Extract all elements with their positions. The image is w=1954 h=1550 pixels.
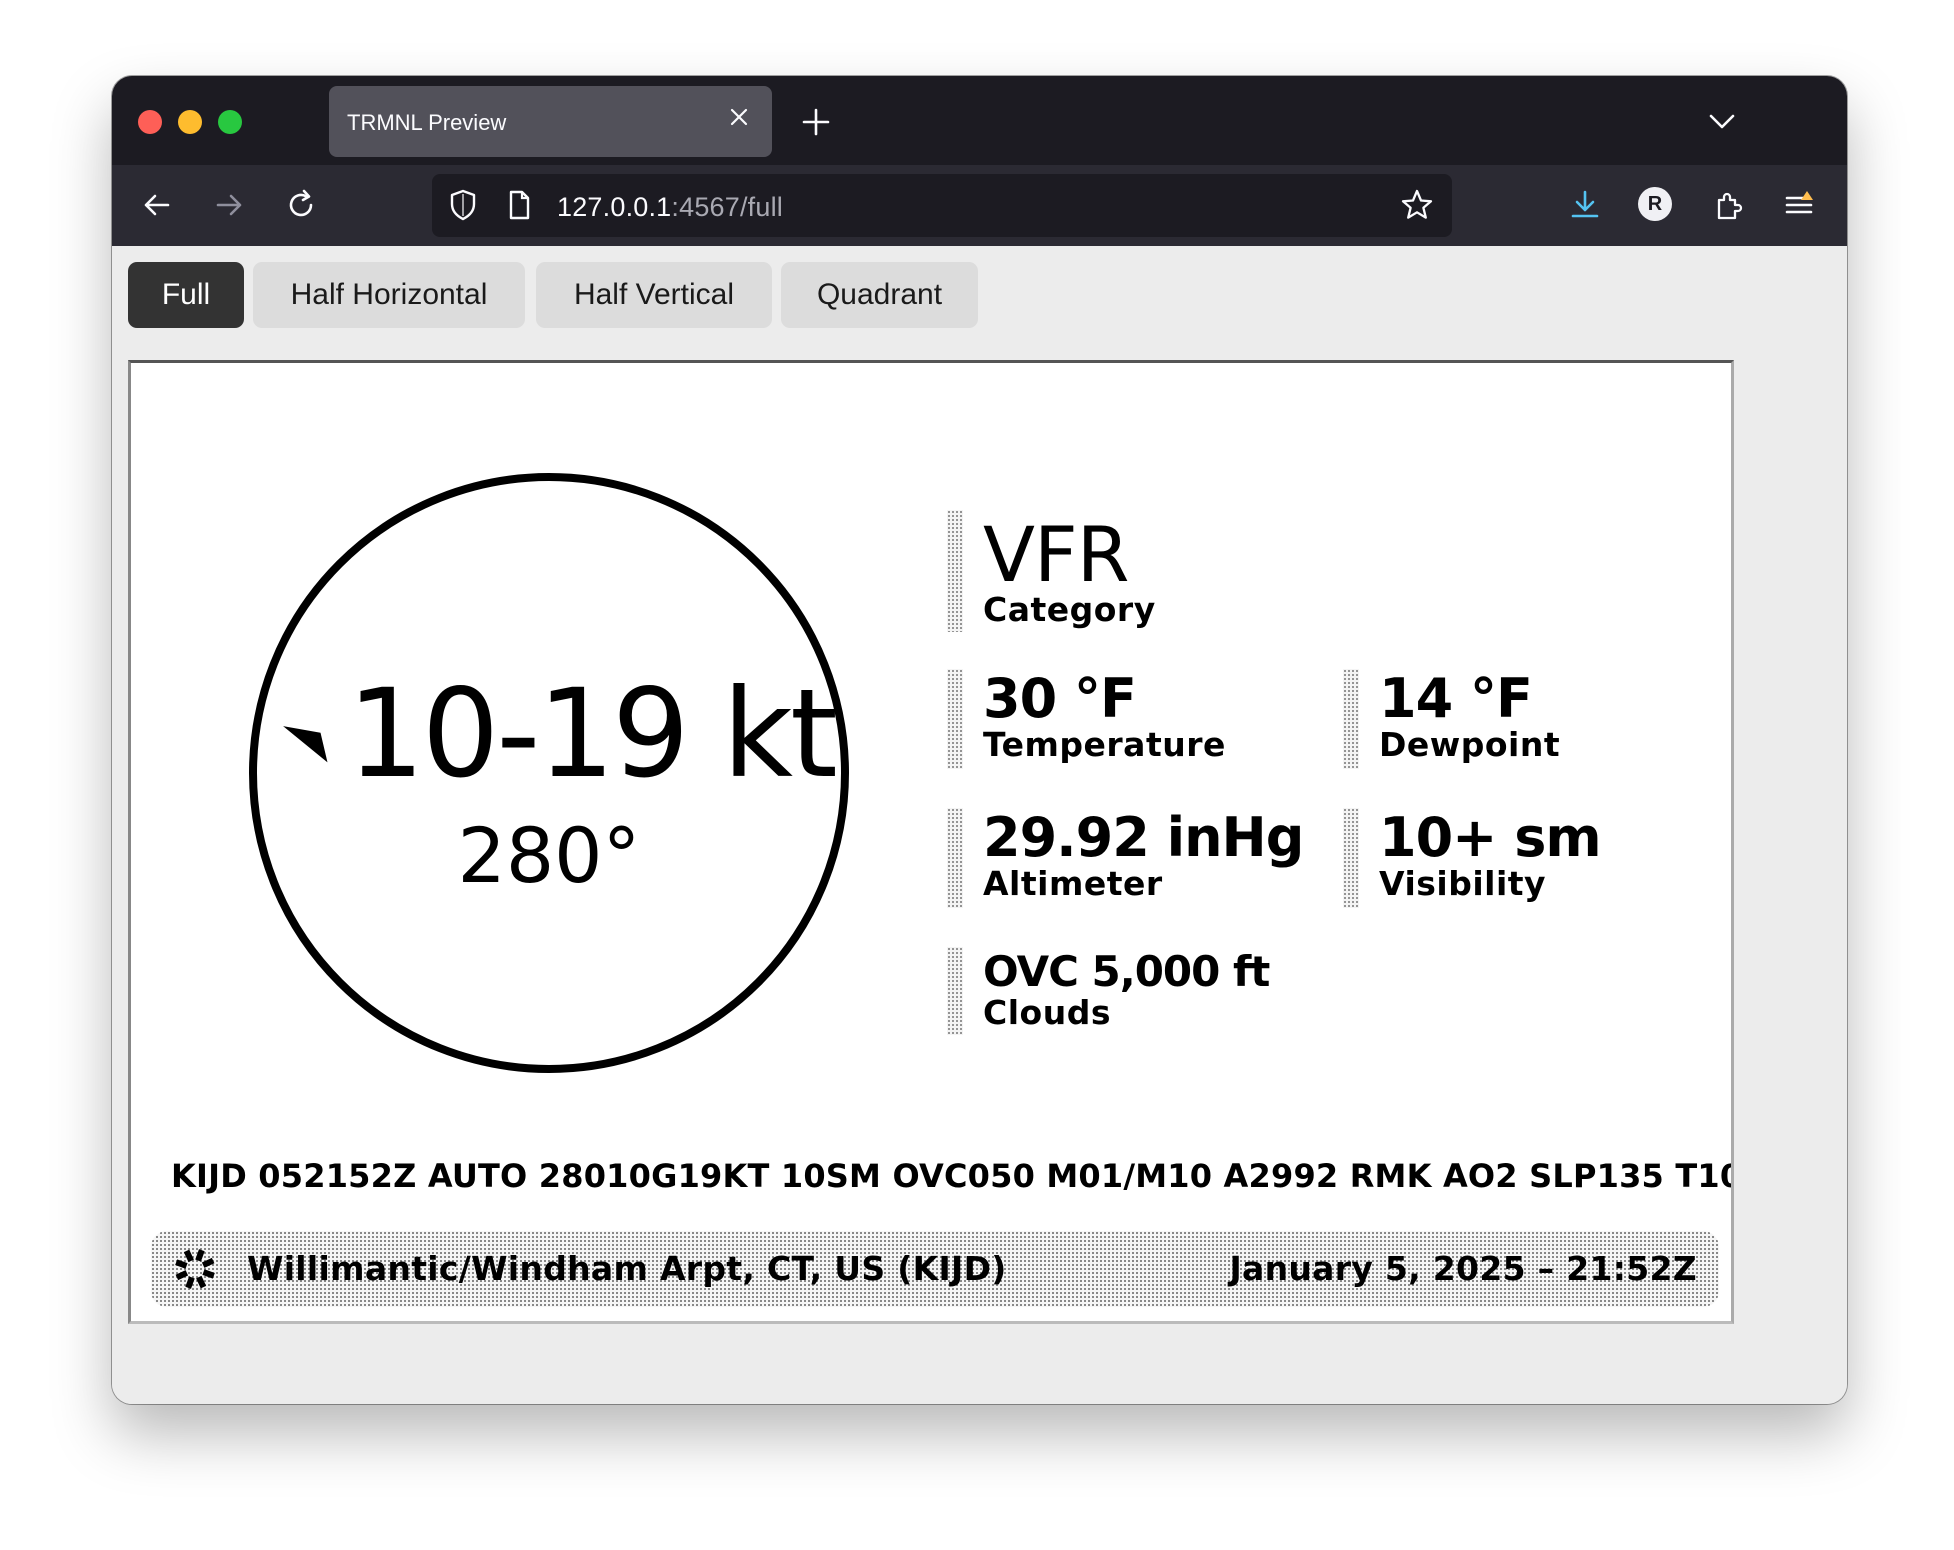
plus-icon[interactable]	[796, 102, 836, 142]
temperature-label: Temperature	[983, 725, 1226, 764]
category-value: VFR	[983, 510, 1130, 599]
reload-icon[interactable]	[284, 188, 318, 222]
page-icon	[509, 190, 530, 220]
metric-altimeter: 29.92 inHg Altimeter	[947, 806, 1327, 908]
arrow-left-icon[interactable]	[140, 188, 174, 222]
url-bar[interactable]: 127.0.0.1:4567/full	[432, 174, 1452, 237]
half-vertical-view-button[interactable]: Half Vertical	[536, 262, 772, 328]
footer-timestamp: January 5, 2025 – 21:52Z	[1229, 1249, 1697, 1288]
shield-icon[interactable]	[446, 188, 480, 222]
quadrant-view-button[interactable]: Quadrant	[781, 262, 978, 328]
url-text[interactable]: 127.0.0.1:4567/full	[557, 192, 783, 223]
puzzle-icon[interactable]	[1712, 188, 1746, 222]
altimeter-label: Altimeter	[983, 864, 1163, 903]
metric-bar	[947, 669, 963, 769]
navigation-toolbar: 127.0.0.1:4567/full R	[112, 165, 1847, 246]
temperature-value: 30 °F	[983, 667, 1137, 730]
metric-bar	[947, 808, 963, 908]
half-horizontal-view-button[interactable]: Half Horizontal	[253, 262, 525, 328]
metric-category: VFR Category	[947, 510, 1347, 632]
browser-window: TRMNL Preview 127.0.0.1:4567/full R Full…	[112, 76, 1847, 1404]
clouds-value: OVC 5,000 ft	[983, 947, 1270, 996]
visibility-label: Visibility	[1379, 864, 1547, 903]
visibility-value: 10+ sm	[1379, 806, 1602, 869]
star-icon[interactable]	[1400, 188, 1434, 222]
metric-bar	[947, 510, 963, 632]
wind-direction: 280°	[457, 811, 641, 900]
hamburger-menu-icon[interactable]	[1782, 188, 1816, 222]
arrow-right-icon[interactable]	[212, 188, 246, 222]
download-icon[interactable]	[1568, 188, 1602, 222]
altimeter-value: 29.92 inHg	[983, 806, 1304, 869]
metric-dewpoint: 14 °F Dewpoint	[1343, 667, 1703, 769]
wind-speed: 10-19 kt	[347, 663, 838, 805]
chevron-down-icon[interactable]	[1707, 106, 1737, 136]
browser-tab[interactable]: TRMNL Preview	[329, 86, 772, 157]
page-content: Full Half Horizontal Half Vertical Quadr…	[112, 246, 1847, 1404]
title-bar: TRMNL Preview	[112, 76, 1847, 165]
metric-temperature: 30 °F Temperature	[947, 667, 1327, 769]
url-host: 127.0.0.1	[557, 192, 672, 222]
device-screen-preview: 10-19 kt 280° VFR Category 30 °F Tempera…	[128, 360, 1734, 1324]
metar-report: KIJD 052152Z AUTO 28010G19KT 10SM OVC050…	[171, 1157, 1734, 1195]
dewpoint-value: 14 °F	[1379, 667, 1533, 730]
url-path: :4567/full	[671, 192, 783, 222]
profile-avatar[interactable]: R	[1638, 187, 1672, 221]
footer-title-bar: Willimantic/Windham Arpt, CT, US (KIJD) …	[151, 1231, 1719, 1307]
category-label: Category	[983, 590, 1156, 629]
footer-location: Willimantic/Windham Arpt, CT, US (KIJD)	[247, 1249, 1007, 1288]
full-view-button[interactable]: Full	[128, 262, 244, 328]
metric-bar	[947, 947, 963, 1035]
tab-title: TRMNL Preview	[347, 110, 507, 135]
close-icon[interactable]	[726, 104, 752, 130]
metric-bar	[1343, 808, 1359, 908]
clouds-label: Clouds	[983, 993, 1111, 1032]
dewpoint-label: Dewpoint	[1379, 725, 1561, 764]
zoom-window-button[interactable]	[218, 110, 242, 134]
metric-clouds: OVC 5,000 ft Clouds	[947, 947, 1347, 1035]
minimize-window-button[interactable]	[178, 110, 202, 134]
trmnl-logo-icon	[175, 1249, 215, 1289]
close-window-button[interactable]	[138, 110, 162, 134]
metric-visibility: 10+ sm Visibility	[1343, 806, 1703, 908]
metric-bar	[1343, 669, 1359, 769]
